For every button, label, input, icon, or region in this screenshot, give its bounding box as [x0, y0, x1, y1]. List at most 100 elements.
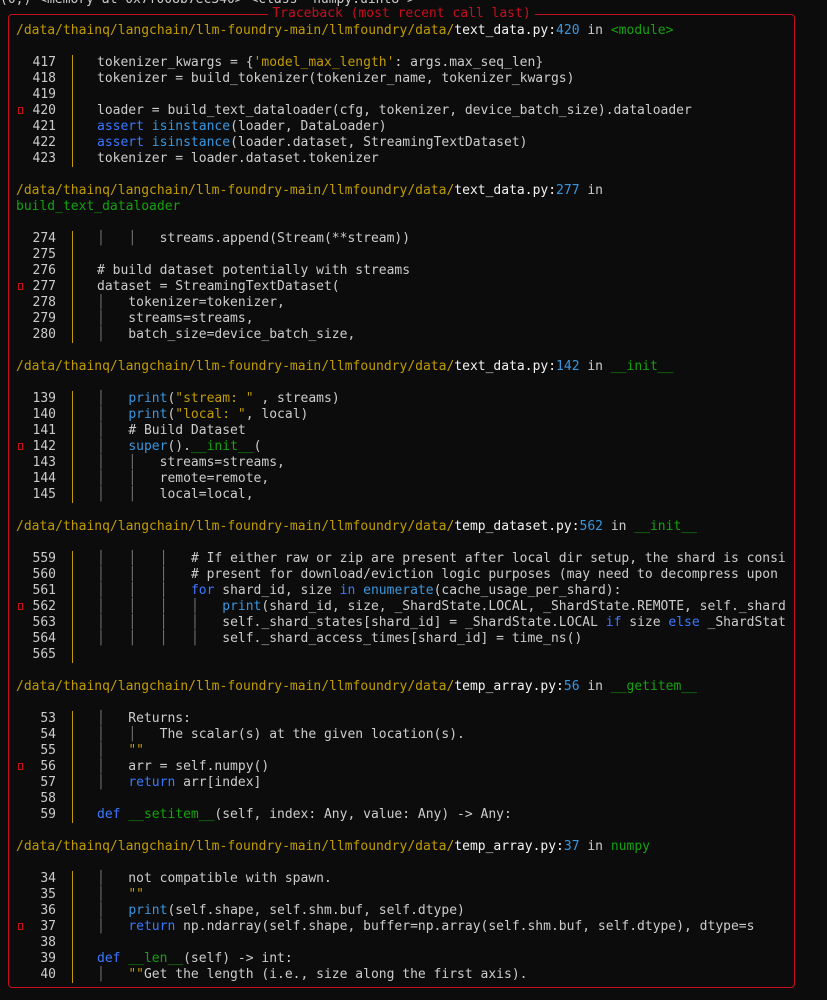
- code-line: 419: [16, 87, 794, 103]
- code-text: │ return np.ndarray(self.shape, buffer=n…: [97, 919, 755, 934]
- code-text: │ return arr[index]: [97, 775, 262, 790]
- frame-path: /data/thainq/langchain/llm-foundry-main/…: [16, 519, 455, 534]
- line-number: 139: [32, 391, 56, 406]
- code-line: 560 │ │ │ # present for download/eviction…: [16, 567, 794, 583]
- line-number: 564: [32, 631, 56, 646]
- frame-header: /data/thainq/langchain/llm-foundry-main/…: [16, 23, 674, 38]
- frame-file: text_data.py: [454, 183, 549, 198]
- line-number: 275: [32, 247, 56, 262]
- gutter-guide: [72, 871, 73, 983]
- line-number: 560: [32, 567, 56, 582]
- frame-file: temp_dataset.py: [454, 519, 572, 534]
- code-line-error: 37 │ return np.ndarray(self.shape, buffer…: [16, 919, 794, 935]
- code-text: │ print("stream: " , streams): [97, 391, 340, 406]
- code-text: │ │ │ # If either raw or zip are present…: [97, 551, 786, 566]
- code-text: │ │ │ │ self._shard_access_times[shard_i…: [97, 631, 583, 646]
- frame-file: text_data.py: [454, 23, 549, 38]
- line-number: 40: [40, 967, 56, 982]
- code-line: 38: [16, 935, 794, 951]
- frame-in-keyword: in: [610, 519, 627, 534]
- code-text: │ │ │ │ print(shard_id, size, _ShardStat…: [97, 599, 786, 614]
- frame-header: /data/thainq/langchain/llm-foundry-main/…: [16, 839, 650, 854]
- code-text: tokenizer = build_tokenizer(tokenizer_na…: [97, 71, 575, 86]
- code-text: tokenizer_kwargs = {'model_max_length': …: [97, 55, 544, 70]
- frame-header: /data/thainq/langchain/llm-foundry-main/…: [16, 183, 604, 198]
- code-text: # build dataset potentially with streams: [97, 263, 411, 278]
- code-text: │ ""Get the length (i.e., size along the…: [97, 967, 528, 982]
- line-number: 37: [40, 919, 56, 934]
- code-text: dataset = StreamingTextDataset(: [97, 279, 340, 294]
- code-line: 421 assert isinstance(loader, DataLoader): [16, 119, 794, 135]
- code-text: │ Returns:: [97, 711, 191, 726]
- line-number: 562: [32, 599, 56, 614]
- code-line: 275: [16, 247, 794, 263]
- gutter-guide: [72, 711, 73, 823]
- line-number: 420: [32, 103, 56, 118]
- code-line: 58: [16, 791, 794, 807]
- frame-function: __init__: [610, 359, 674, 374]
- code-text: def __len__(self) -> int:: [97, 951, 293, 966]
- frame-function: build_text_dataloader: [16, 199, 181, 214]
- line-number: 39: [40, 951, 56, 966]
- line-number: 561: [32, 583, 56, 598]
- code-text: │ │ │ # present for download/eviction lo…: [97, 567, 778, 582]
- code-block: 417 tokenizer_kwargs = {'model_max_length…: [16, 55, 794, 167]
- code-line: 57 │ return arr[index]: [16, 775, 794, 791]
- code-text: │ # Build Dataset: [97, 423, 246, 438]
- line-number: 53: [40, 711, 56, 726]
- traceback-panel: Traceback (most recent call last) /data/…: [8, 6, 795, 988]
- line-number: 417: [32, 55, 56, 70]
- code-line: 418 tokenizer = build_tokenizer(tokenizer…: [16, 71, 794, 87]
- frame-line-number: 37: [563, 839, 580, 854]
- code-line: 40 │ ""Get the length (i.e., size along t…: [16, 967, 794, 983]
- code-text: def __setitem__(self, index: Any, value:…: [97, 807, 512, 822]
- line-number: 422: [32, 135, 56, 150]
- code-line: 417 tokenizer_kwargs = {'model_max_length…: [16, 55, 794, 71]
- line-number: 274: [32, 231, 56, 246]
- code-line: 280 │ batch_size=device_batch_size,: [16, 327, 794, 343]
- code-text: │ super().__init__(: [97, 439, 262, 454]
- code-block: 34 │ not compatible with spawn. 35 │ "" 36 │ …: [16, 871, 794, 983]
- code-line: 279 │ streams=streams,: [16, 311, 794, 327]
- line-number: 276: [32, 263, 56, 278]
- frame-function: __init__: [634, 519, 697, 534]
- code-line: 140 │ print("local: ", local): [16, 407, 794, 423]
- line-number: 34: [40, 871, 56, 886]
- code-line: 143 │ │ streams=streams,: [16, 455, 794, 471]
- code-text: │ print("local: ", local): [97, 407, 309, 422]
- code-text: │ "": [97, 743, 144, 758]
- line-number: 423: [32, 151, 56, 166]
- line-number: 559: [32, 551, 56, 566]
- code-line-error: 142 │ super().__init__(: [16, 439, 794, 455]
- frame-line-number: 142: [556, 359, 580, 374]
- line-number: 36: [40, 903, 56, 918]
- line-number: 418: [32, 71, 56, 86]
- line-number: 145: [32, 487, 56, 502]
- line-number: 55: [40, 743, 56, 758]
- frame-header: /data/thainq/langchain/llm-foundry-main/…: [16, 519, 697, 534]
- frame-line-number: 420: [556, 23, 580, 38]
- frame-in-keyword: in: [587, 839, 604, 854]
- line-number: 421: [32, 119, 56, 134]
- frame-path: /data/thainq/langchain/llm-foundry-main/…: [16, 679, 455, 694]
- code-line-error: 420 loader = build_text_dataloader(cfg, t…: [16, 103, 794, 119]
- line-number: 38: [40, 935, 56, 950]
- line-number: 565: [32, 647, 56, 662]
- code-line: 278 │ tokenizer=tokenizer,: [16, 295, 794, 311]
- code-text: │ "": [97, 887, 144, 902]
- frame-in-keyword: in: [587, 359, 604, 374]
- frame-path: /data/thainq/langchain/llm-foundry-main/…: [16, 359, 455, 374]
- frame-line-number: 56: [563, 679, 580, 694]
- code-text: │ │ │ for shard_id, size in enumerate(ca…: [97, 583, 622, 598]
- code-line: 565: [16, 647, 794, 663]
- line-number: 143: [32, 455, 56, 470]
- code-block: 274 │ │ streams.append(Stream(**stream)) 2…: [16, 231, 794, 343]
- code-text: assert isinstance(loader, DataLoader): [97, 119, 387, 134]
- line-number: 142: [32, 439, 56, 454]
- code-line: 53 │ Returns:: [16, 711, 794, 727]
- code-line: 423 tokenizer = loader.dataset.tokenizer: [16, 151, 794, 167]
- code-text: │ print(self.shape, self.shm.buf, self.d…: [97, 903, 465, 918]
- code-line: 54 │ │ The scalar(s) at the given locatio…: [16, 727, 794, 743]
- code-line: 36 │ print(self.shape, self.shm.buf, self…: [16, 903, 794, 919]
- line-number: 54: [40, 727, 56, 742]
